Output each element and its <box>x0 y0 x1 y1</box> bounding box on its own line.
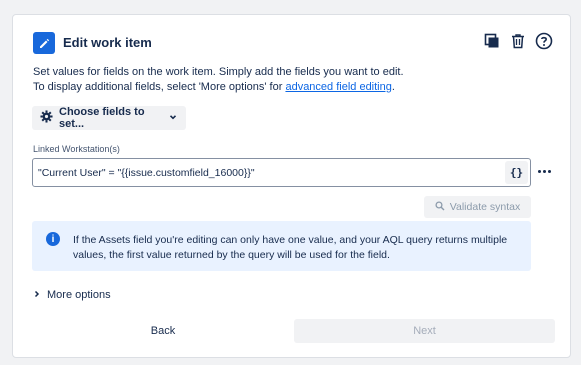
gear-icon <box>40 110 53 126</box>
info-icon: i <box>46 232 60 246</box>
help-icon[interactable] <box>534 31 554 51</box>
panel-header: Edit work item <box>33 31 554 55</box>
header-actions <box>482 31 554 51</box>
description-prefix: To display additional fields, select 'Mo… <box>33 81 286 93</box>
more-options-toggle[interactable]: More options <box>33 289 111 301</box>
duplicate-icon[interactable] <box>482 31 502 51</box>
more-options-label: More options <box>47 289 111 301</box>
linked-workstation-label: Linked Workstation(s) <box>33 144 120 154</box>
choose-fields-button[interactable]: Choose fields to set... <box>32 106 186 130</box>
pencil-icon <box>33 32 55 54</box>
linked-workstation-value: "Current User" = "{{issue.customfield_16… <box>38 166 255 179</box>
description-line-2: To display additional fields, select 'Mo… <box>33 80 404 95</box>
description-line-1: Set values for fields on the work item. … <box>33 66 404 78</box>
info-message: i If the Assets field you're editing can… <box>32 221 531 271</box>
edit-work-item-panel: Edit work item Set values for fields on … <box>12 14 571 358</box>
chevron-down-icon <box>168 112 178 125</box>
choose-fields-label: Choose fields to set... <box>59 106 145 130</box>
validate-syntax-label: Validate syntax <box>449 201 521 213</box>
json-editor-button[interactable]: {} <box>505 161 528 184</box>
validate-syntax-button[interactable]: Validate syntax <box>424 196 531 218</box>
next-button[interactable]: Next <box>294 319 555 343</box>
trash-icon[interactable] <box>508 31 528 51</box>
search-icon <box>435 200 445 214</box>
description-suffix: . <box>391 81 395 93</box>
info-message-text: If the Assets field you're editing can o… <box>73 234 508 261</box>
more-actions-icon[interactable] <box>535 165 553 177</box>
back-button[interactable]: Back <box>33 319 293 343</box>
panel-description: Set values for fields on the work item. … <box>33 65 404 95</box>
chevron-right-icon <box>33 289 41 301</box>
linked-workstation-input[interactable]: "Current User" = "{{issue.customfield_16… <box>32 158 531 187</box>
panel-title: Edit work item <box>63 35 152 50</box>
advanced-field-editing-link[interactable]: advanced field editing <box>285 81 391 93</box>
